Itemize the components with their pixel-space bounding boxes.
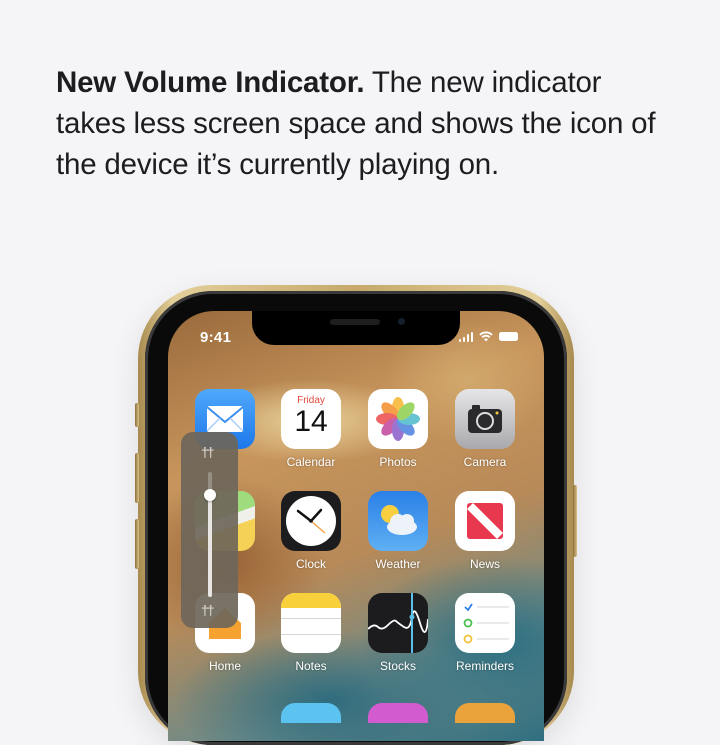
mute-switch [135, 403, 139, 427]
app-label: Weather [375, 557, 421, 571]
volume-down-button[interactable] [135, 519, 139, 569]
stocks-icon [368, 593, 428, 653]
headline-title: New Volume Indicator. [56, 66, 365, 99]
app-label: Notes [295, 659, 327, 673]
app-notes[interactable]: Notes [281, 593, 341, 673]
wifi-icon [479, 331, 493, 342]
app-label: Camera [463, 455, 507, 469]
side-button[interactable] [573, 485, 577, 557]
app-partial[interactable] [368, 703, 428, 723]
volume-fill [208, 494, 212, 597]
cellular-signal-icon [458, 331, 473, 342]
app-calendar[interactable]: Friday 14 Calendar [281, 389, 341, 469]
volume-thumb[interactable] [204, 488, 216, 501]
app-partial[interactable] [455, 703, 515, 723]
notch [252, 311, 460, 345]
photos-icon [368, 389, 428, 449]
app-label: News [469, 557, 500, 571]
app-label: Photos [379, 455, 417, 469]
calendar-icon: Friday 14 [281, 389, 341, 449]
app-stocks[interactable]: Stocks [368, 593, 428, 673]
earpiece-speaker [330, 319, 380, 325]
app-partial[interactable] [281, 703, 341, 723]
app-label: Clock [295, 557, 326, 571]
app-camera[interactable]: Camera [455, 389, 515, 469]
app-label: Calendar [286, 455, 336, 469]
news-icon [455, 491, 515, 551]
status-icons [458, 331, 518, 342]
app-clock[interactable]: Clock [281, 491, 341, 571]
volume-up-button[interactable] [135, 453, 139, 503]
battery-icon [499, 332, 518, 341]
headline: New Volume Indicator. The new indicator … [56, 62, 656, 185]
app-photos[interactable]: Photos [368, 389, 428, 469]
app-label: Home [208, 659, 241, 673]
home-screen: 9:41 Friday 14 Calendar Photos Camera Cl… [168, 311, 544, 741]
airpods-icon: †† [201, 602, 215, 618]
app-news[interactable]: News [455, 491, 515, 571]
volume-indicator[interactable]: †† †† [181, 432, 238, 628]
iphone-device: 9:41 Friday 14 Calendar Photos Camera Cl… [135, 285, 577, 745]
airpods-icon: †† [201, 444, 215, 460]
weather-icon [368, 491, 428, 551]
app-reminders[interactable]: Reminders [455, 593, 515, 673]
volume-slider[interactable] [204, 472, 216, 597]
camera-icon [455, 389, 515, 449]
notes-icon [281, 593, 341, 653]
app-label: Stocks [379, 659, 416, 673]
app-weather[interactable]: Weather [368, 491, 428, 571]
status-time: 9:41 [200, 329, 232, 346]
app-label: Reminders [455, 659, 515, 673]
front-camera [398, 318, 405, 325]
reminders-icon [455, 593, 515, 653]
clock-icon [281, 491, 341, 551]
calendar-day: 14 [294, 405, 328, 438]
